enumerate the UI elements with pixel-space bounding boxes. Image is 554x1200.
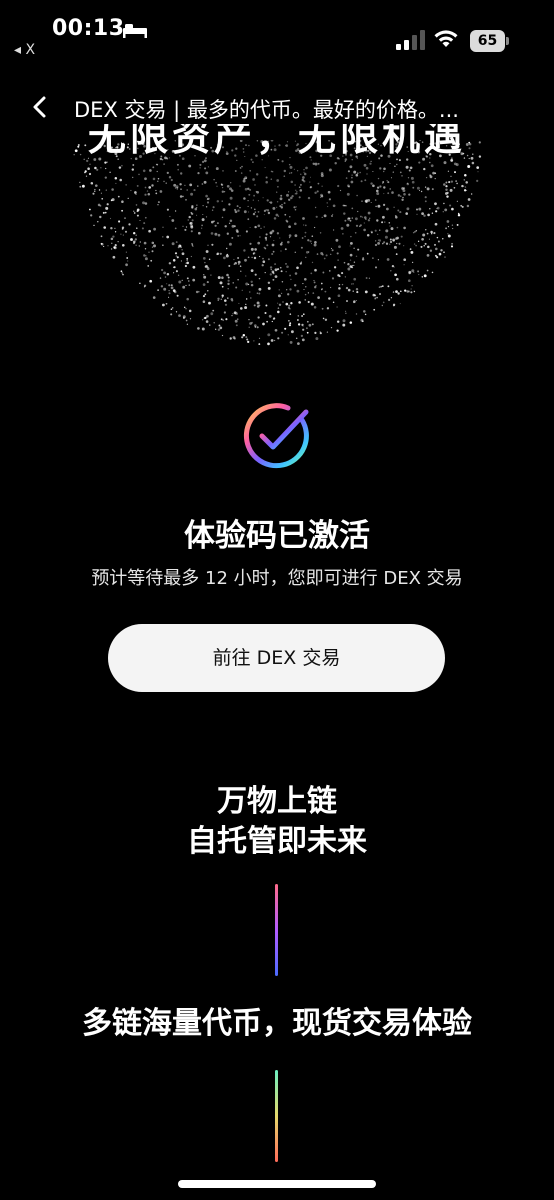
battery-level: 65 — [470, 30, 505, 52]
chevron-left-icon[interactable] — [24, 90, 56, 124]
clock: 00:13 — [52, 16, 125, 41]
activation-subtitle: 预计等待最多 12 小时，您即可进行 DEX 交易 — [91, 568, 463, 589]
particle-sphere-illustration — [73, 140, 482, 346]
go-to-dex-button[interactable]: 前往 DEX 交易 — [108, 624, 445, 692]
bed-icon — [123, 24, 147, 38]
section-heading-selfcustody: 自托管即未来 — [187, 824, 367, 859]
section-heading-onchain: 万物上链 — [217, 784, 337, 819]
battery-indicator: 65 — [470, 30, 510, 52]
gradient-divider — [275, 1070, 278, 1162]
back-to-app-link[interactable]: ◂ X — [14, 42, 35, 58]
battery-nub — [506, 37, 509, 45]
check-circle-icon — [243, 403, 309, 469]
wifi-icon — [434, 30, 458, 47]
cellular-signal-icon — [396, 30, 425, 50]
page-title: DEX 交易 | 最多的代币。最好的价格。... — [74, 98, 459, 122]
status-bar: 00:13 ◂ X 65 — [0, 0, 554, 64]
activation-title: 体验码已激活 — [184, 518, 370, 554]
section-heading-multichain: 多链海量代币，现货交易体验 — [82, 1006, 472, 1041]
gradient-divider — [275, 884, 278, 976]
home-indicator[interactable] — [178, 1180, 376, 1188]
